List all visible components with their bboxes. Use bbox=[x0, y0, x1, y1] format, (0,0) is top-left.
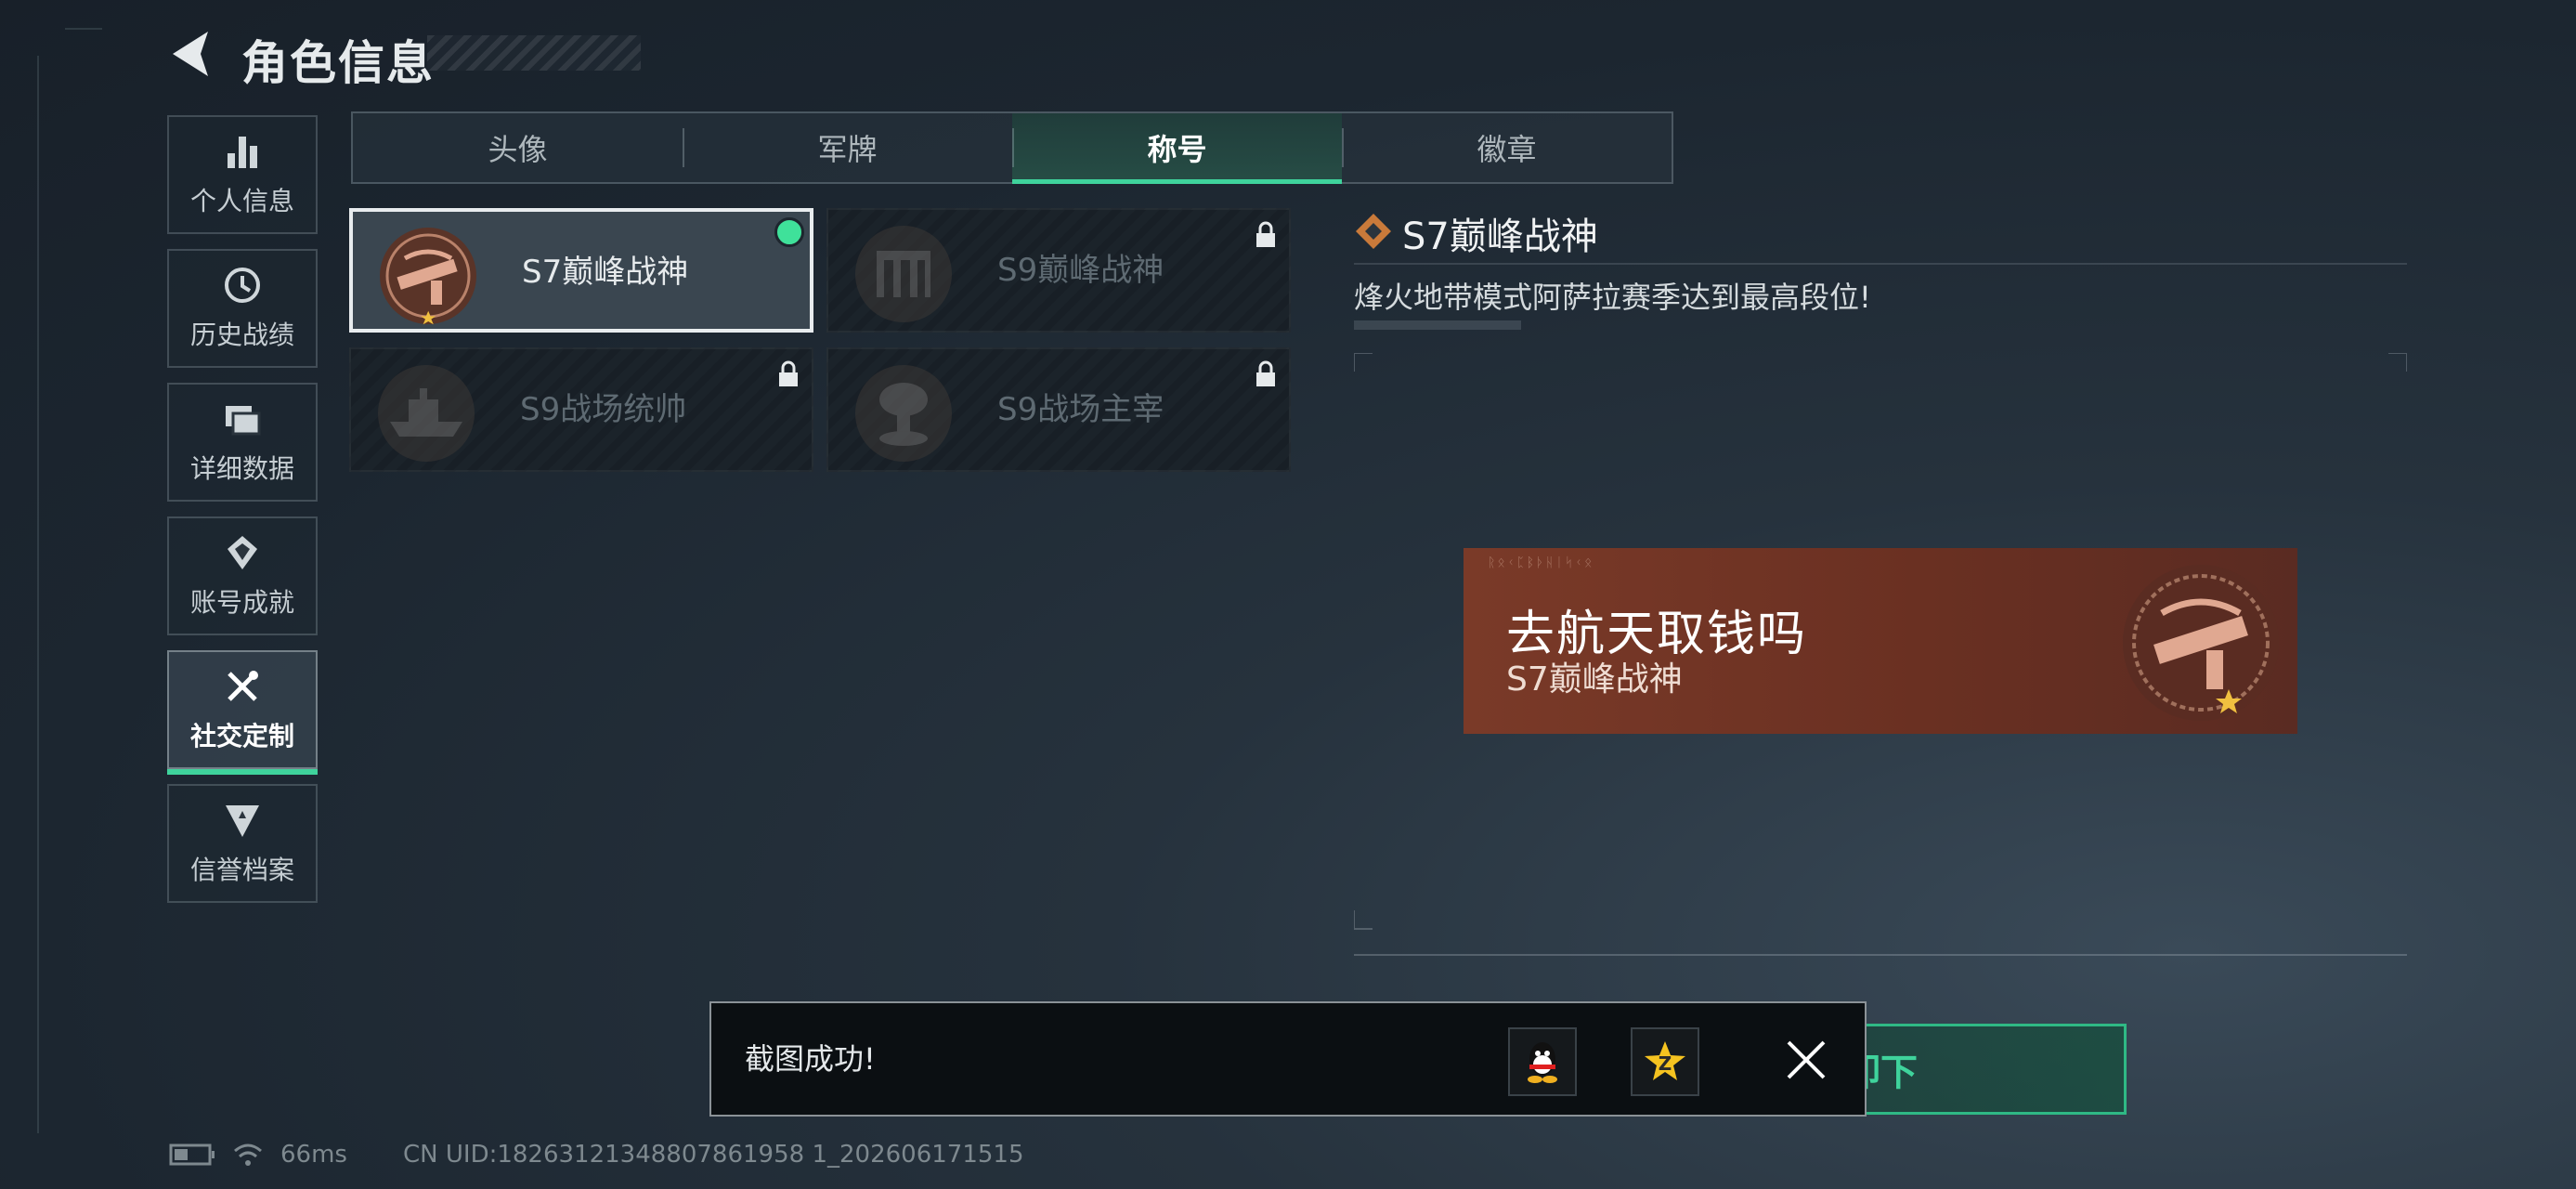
sidebar-item-label: 信誉档案 bbox=[189, 855, 294, 885]
uid-text: CN UID:18263121348807861958 1_2026061715… bbox=[403, 1141, 1024, 1169]
toast-message: 截图成功! bbox=[745, 1041, 876, 1077]
title-card-name: S9巅峰战神 bbox=[997, 252, 1164, 289]
sidebar-item-profile[interactable]: 个人信息 bbox=[167, 115, 318, 234]
tab-title[interactable]: 称号 bbox=[1012, 113, 1342, 184]
share-qq-button[interactable] bbox=[1508, 1027, 1577, 1096]
detail-extra-line bbox=[1354, 320, 1521, 330]
sidebar-item-label: 历史战绩 bbox=[189, 320, 294, 350]
ping-value: 66ms bbox=[280, 1141, 347, 1169]
title-card-name: S9战场统帅 bbox=[520, 391, 687, 428]
tab-dogtag[interactable]: 军牌 bbox=[683, 113, 1012, 182]
title-card-s7-peak[interactable]: S7巅峰战神 bbox=[349, 208, 813, 333]
warship-emblem-icon bbox=[378, 365, 475, 462]
qq-icon bbox=[1528, 1042, 1557, 1083]
detail-title: S7巅峰战神 bbox=[1402, 216, 1598, 258]
tab-badge[interactable]: 徽章 bbox=[1342, 113, 1672, 182]
back-arrow-icon bbox=[173, 32, 208, 76]
tab-bar: 头像 军牌 称号 徽章 bbox=[351, 111, 1673, 184]
lock-icon bbox=[779, 360, 798, 386]
sidebar-item-social[interactable]: 社交定制 bbox=[167, 650, 318, 775]
sidebar-item-label: 账号成就 bbox=[189, 587, 294, 618]
crossbow-emblem-icon bbox=[380, 228, 476, 325]
sidebar-item-details[interactable]: 详细数据 bbox=[167, 383, 318, 502]
hud-line-top bbox=[65, 28, 102, 30]
credit-shield-icon bbox=[226, 805, 259, 837]
tools-icon bbox=[228, 671, 258, 701]
tab-avatar[interactable]: 头像 bbox=[353, 113, 683, 182]
wifi-icon bbox=[234, 1143, 262, 1166]
crossbow-emblem-icon bbox=[2123, 565, 2279, 721]
sidebar-item-achievements[interactable]: 账号成就 bbox=[167, 516, 318, 635]
qzone-icon: Z bbox=[1645, 1041, 1685, 1080]
bar-chart-icon bbox=[228, 137, 257, 168]
banner-decoration-text: ᚱᛟᚲᛈᛒᚦᚺᛁᛋᚲᛟ bbox=[1488, 555, 1594, 570]
page-title: 角色信息 bbox=[241, 36, 435, 90]
title-decoration bbox=[427, 35, 641, 71]
equipped-indicator bbox=[774, 217, 804, 247]
share-qzone-button[interactable]: Z bbox=[1631, 1027, 1699, 1096]
title-preview-banner: ᚱᛟᚲᛈᛒᚦᚺᛁᛋᚲᛟ 去航天取钱吗 S7巅峰战神 bbox=[1464, 548, 2297, 734]
rank-diamond-icon bbox=[1356, 214, 1391, 249]
title-card-s9-dominator[interactable]: S9战场主宰 bbox=[826, 347, 1291, 472]
fortress-emblem-icon bbox=[855, 226, 952, 322]
detail-description: 烽火地带模式阿萨拉赛季达到最高段位! bbox=[1354, 280, 1871, 315]
title-card-s9-commander[interactable]: S9战场统帅 bbox=[349, 347, 813, 472]
sidebar-item-label: 社交定制 bbox=[189, 721, 294, 751]
lock-icon bbox=[1256, 221, 1275, 247]
hud-line-left bbox=[37, 56, 39, 1133]
sidebar-item-credit[interactable]: 信誉档案 bbox=[167, 784, 318, 903]
svg-text:Z: Z bbox=[1659, 1052, 1672, 1075]
achievement-icon bbox=[228, 536, 257, 569]
folder-icon bbox=[226, 406, 261, 436]
close-icon[interactable] bbox=[1783, 1037, 1829, 1083]
mushroom-cloud-emblem-icon bbox=[855, 365, 952, 462]
sidebar-item-label: 详细数据 bbox=[189, 453, 294, 484]
title-card-name: S7巅峰战神 bbox=[522, 254, 689, 291]
screenshot-toast: 截图成功! Z bbox=[709, 1001, 1867, 1117]
title-card-name: S9战场主宰 bbox=[997, 391, 1164, 428]
sidebar-item-history[interactable]: 历史战绩 bbox=[167, 249, 318, 368]
sidebar-item-label: 个人信息 bbox=[189, 186, 294, 216]
detail-divider bbox=[1354, 263, 2407, 265]
status-bar: 66ms bbox=[169, 1141, 347, 1169]
battery-icon bbox=[169, 1143, 215, 1166]
banner-title: S7巅峰战神 bbox=[1506, 660, 1683, 699]
title-card-s9-peak[interactable]: S9巅峰战神 bbox=[826, 208, 1291, 333]
history-clock-icon bbox=[225, 268, 260, 303]
back-button[interactable] bbox=[167, 28, 214, 80]
lock-icon bbox=[1256, 360, 1275, 386]
